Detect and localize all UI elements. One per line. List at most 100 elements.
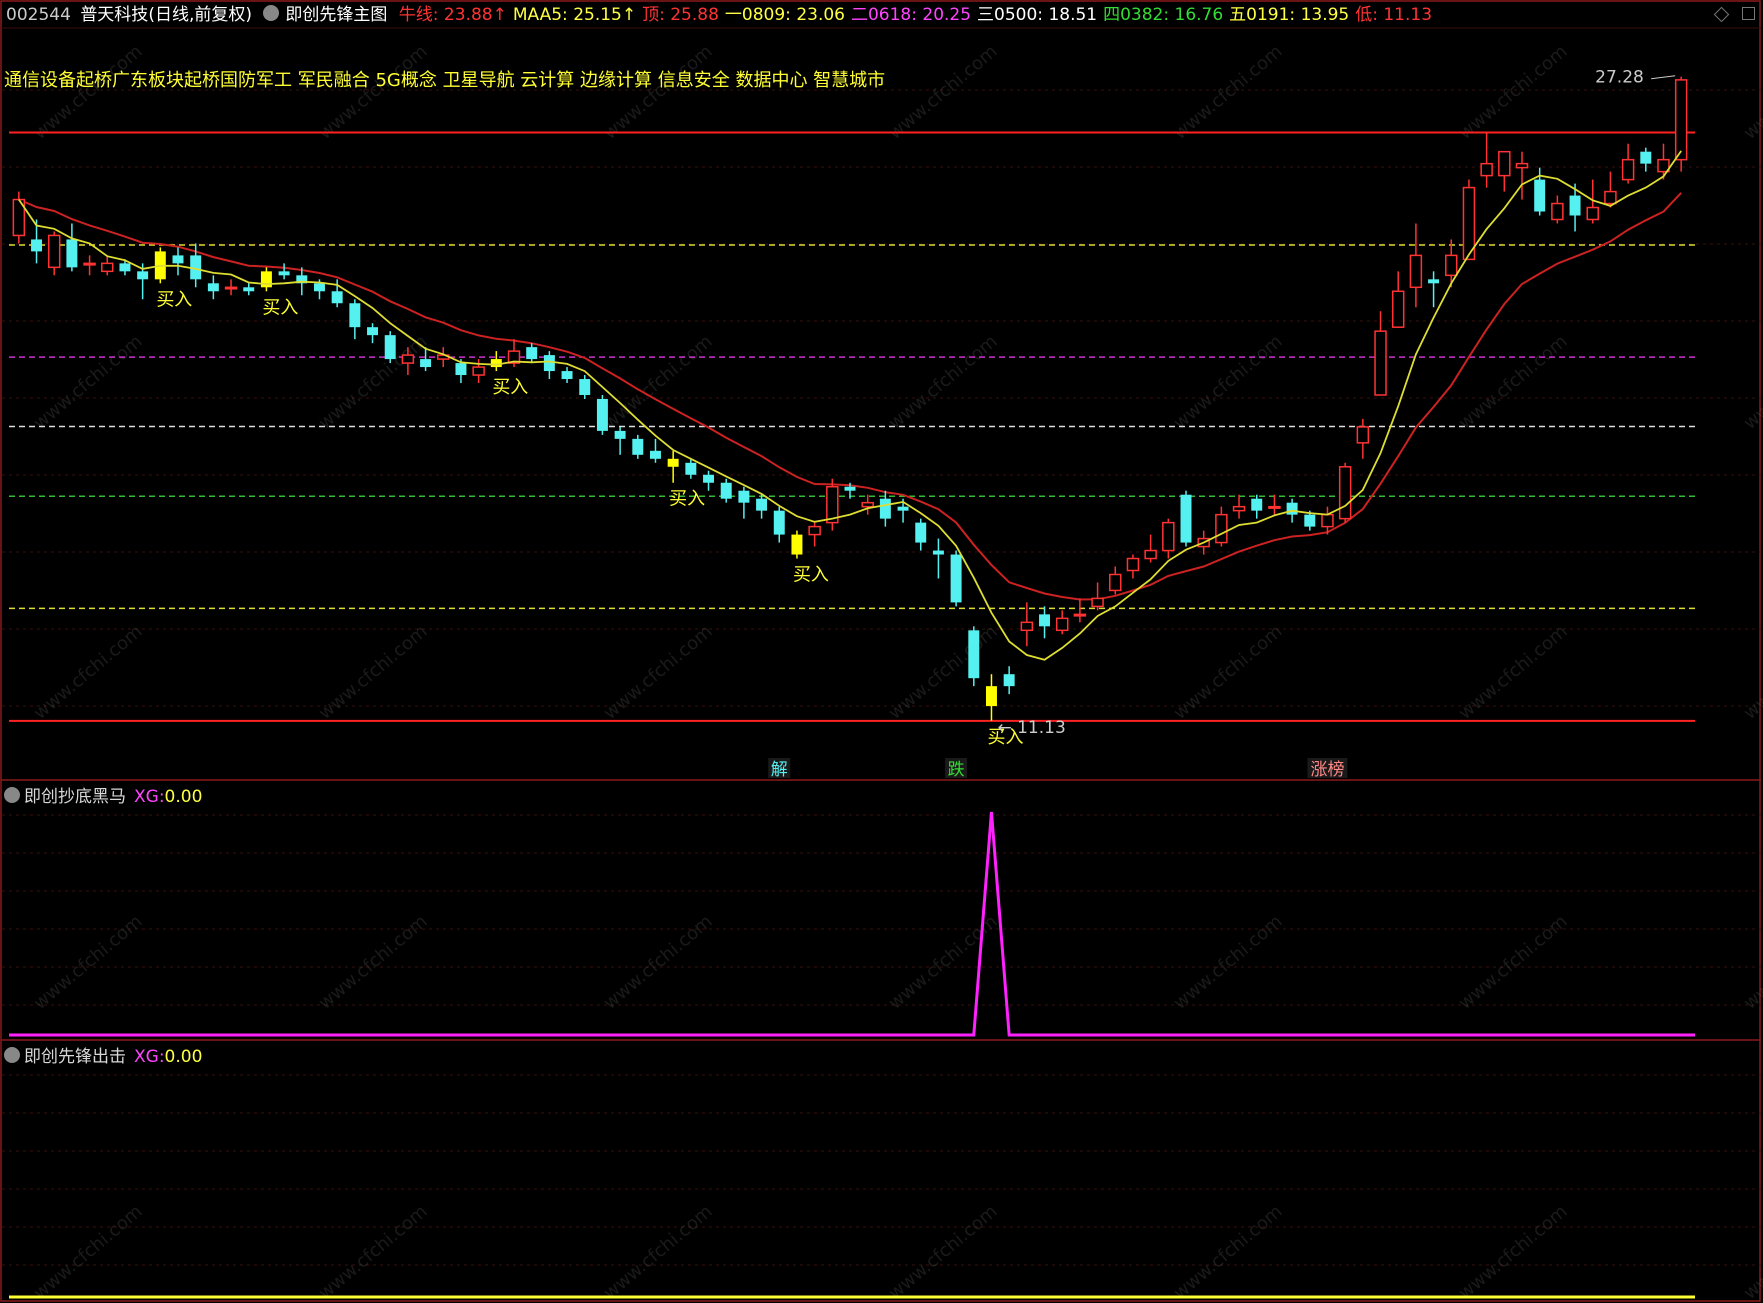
candle-body xyxy=(985,686,997,707)
header-item-1: MAA5: 25.15↑ xyxy=(512,5,637,25)
candle-body xyxy=(1551,202,1564,221)
candle-body xyxy=(1003,674,1015,687)
sub-panel-2-xg-label: XG: xyxy=(134,1047,165,1067)
candle-body xyxy=(526,347,538,360)
header-item-6: 四0382: 16.76 xyxy=(1103,5,1224,25)
buy-signal-label: 买入 xyxy=(793,565,829,586)
sub-panel-2-dropdown-icon[interactable] xyxy=(4,1047,20,1063)
candle-body xyxy=(808,525,821,536)
watermark-text: www.cfchi.com xyxy=(600,911,717,1014)
candle-body xyxy=(879,498,891,519)
low-price-label: ← 11.13 xyxy=(997,718,1065,738)
candle-body xyxy=(455,363,467,376)
candle-body xyxy=(1534,179,1546,212)
watermark-text: www.cfchi.com xyxy=(885,621,1002,724)
watermark-text: www.cfchi.com xyxy=(315,331,432,434)
candles xyxy=(12,76,1688,721)
candle-body xyxy=(915,522,927,543)
candle-body xyxy=(1304,514,1316,527)
sub1-xg-line xyxy=(9,811,1695,1037)
sub-panel-2-title: 即创先锋出击 XG:0.00 xyxy=(4,1042,202,1067)
candle-body xyxy=(1180,494,1192,543)
candle-body xyxy=(1674,79,1688,161)
candle-body xyxy=(1286,502,1298,515)
watermark-text: www.cfchi.com xyxy=(1455,331,1572,434)
candle-body xyxy=(561,371,573,380)
header-item-7: 五0191: 13.95 xyxy=(1229,5,1350,25)
candle-body xyxy=(313,283,325,292)
high-price-arrow xyxy=(1651,75,1676,80)
candle-body xyxy=(1039,614,1051,627)
candle-body xyxy=(1428,279,1440,284)
candle-body xyxy=(490,359,502,368)
stock-chart-canvas[interactable]: www.cfchi.com www.cfchi.com www.cfchi.com w… xyxy=(0,0,1763,1303)
candle-body xyxy=(596,398,608,431)
main-indicator-name[interactable]: 即创先锋主图 xyxy=(285,5,387,25)
header-item-2: 顶: 25.88 xyxy=(642,5,719,25)
candle-body xyxy=(1215,513,1228,544)
candle-body xyxy=(420,359,432,368)
candle-body xyxy=(1055,617,1069,632)
candle-body xyxy=(1232,505,1246,512)
indicator-dropdown-icon[interactable] xyxy=(263,5,280,21)
watermark-text: www.cfchi.com xyxy=(315,1201,432,1303)
watermark-text: www.cfchi.com xyxy=(600,331,717,434)
header-item-3: 一0809: 23.06 xyxy=(724,5,845,25)
candle-body xyxy=(1020,621,1034,632)
chart-header-bar: 002544 普天科技(日线,前复权) 即创先锋主图 牛线: 23.88↑ MAA… xyxy=(0,0,1763,30)
event-label-1: 跌 xyxy=(948,760,965,780)
candle-body xyxy=(224,286,238,290)
candle-body xyxy=(1586,206,1599,221)
period-label[interactable]: (日线,前复权) xyxy=(148,5,252,25)
candle-body xyxy=(1251,498,1263,511)
candle-body xyxy=(243,287,255,292)
candle-body xyxy=(31,239,43,252)
candle-body xyxy=(367,327,379,336)
candle-body xyxy=(1374,330,1387,396)
stock-name[interactable]: 普天科技 xyxy=(80,5,148,25)
candle-body xyxy=(119,263,131,272)
candle-body xyxy=(47,234,61,269)
buy-signal-label: 买入 xyxy=(669,489,705,510)
sub-panel-1-title: 即创抄底黑马 XG:0.00 xyxy=(4,782,202,807)
candle-body xyxy=(401,354,415,364)
watermark-text: www.cfchi.com xyxy=(1170,621,1287,724)
buy-signal-label: 买入 xyxy=(262,297,298,318)
candle-body xyxy=(1445,254,1458,277)
candle-body xyxy=(278,271,290,276)
candle-body xyxy=(66,239,78,268)
diamond-icon[interactable] xyxy=(1713,6,1730,23)
candle-body xyxy=(472,366,485,376)
candle-body xyxy=(1338,466,1352,520)
candle-body xyxy=(1498,150,1511,177)
candle-body xyxy=(1091,597,1104,608)
sub-panel-1-name[interactable]: 即创抄底黑马 xyxy=(24,787,126,807)
candle-body xyxy=(137,271,149,280)
candle-body xyxy=(1321,513,1334,528)
candle-body xyxy=(1409,254,1423,289)
header-item-5: 三0500: 18.51 xyxy=(977,5,1098,25)
sub-panel-2-name[interactable]: 即创先锋出击 xyxy=(24,1047,126,1067)
candle-body xyxy=(649,450,661,459)
header-item-4: 二0618: 20.25 xyxy=(850,5,972,25)
sub-panel-1-xg-label: XG: xyxy=(134,787,165,807)
candle-body xyxy=(207,283,219,292)
candle-body xyxy=(632,438,644,455)
window-restore-icon[interactable] xyxy=(1742,7,1755,20)
sub-panel-1-dropdown-icon[interactable] xyxy=(4,787,20,803)
watermark-text: www.cfchi.com xyxy=(600,1201,717,1303)
candle-body xyxy=(897,506,909,511)
candle-body xyxy=(1604,190,1617,205)
watermark-text: www.cfchi.com xyxy=(600,621,717,724)
watermark-text: www.cfchi.com xyxy=(30,911,147,1014)
sub-panel-2-xg-value: 0.00 xyxy=(164,1047,203,1067)
watermark-text: www.cfchi.com xyxy=(1455,41,1572,144)
watermark-text: www.cfchi.com xyxy=(30,1201,147,1303)
candle-body xyxy=(1515,162,1529,169)
candle-body xyxy=(791,534,803,555)
candle-body xyxy=(172,255,184,264)
watermark-text: www.cfchi.com xyxy=(885,1201,1002,1303)
stock-code[interactable]: 002544 xyxy=(6,5,71,25)
candle-body xyxy=(1569,195,1581,216)
candle-body xyxy=(844,486,856,491)
